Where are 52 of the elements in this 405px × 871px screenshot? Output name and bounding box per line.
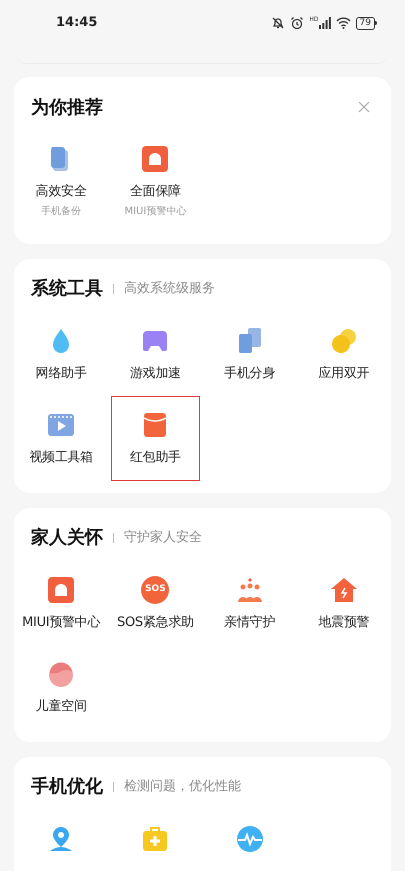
tool-label: 视频工具箱 xyxy=(29,449,93,467)
pulse-icon xyxy=(236,824,264,852)
tool-label: 网络助手 xyxy=(36,364,87,382)
family-icon xyxy=(236,576,264,604)
section-title: 为你推荐 xyxy=(31,96,103,120)
first-aid-icon xyxy=(141,824,170,852)
tool-label: 红包助手 xyxy=(130,449,181,467)
tool-item[interactable]: 应用双开 xyxy=(300,312,388,396)
tool-label: 高效安全 xyxy=(36,183,87,201)
tool-item[interactable]: 地震预警 xyxy=(300,560,388,645)
tool-item[interactable]: 手机分身 xyxy=(206,312,294,396)
tool-label: 地震预警 xyxy=(318,614,370,632)
battery-indicator: 79 xyxy=(356,16,375,30)
tool-label: 亲情守护 xyxy=(224,614,276,632)
tool-label: 儿童空间 xyxy=(36,698,87,716)
tool-sublabel: 手机备份 xyxy=(41,204,82,218)
section-title: 系统工具 xyxy=(31,277,103,301)
wifi-icon xyxy=(336,17,351,29)
sos-icon: SOS xyxy=(141,576,170,604)
tool-label: MIUI预警中心 xyxy=(22,614,100,632)
tool-sublabel: MIUI预警中心 xyxy=(124,204,186,218)
tool-item[interactable]: MIUI预警中心 xyxy=(17,560,106,645)
video-icon xyxy=(47,411,76,439)
tool-label: SOS紧急求助 xyxy=(117,614,194,632)
siren-icon xyxy=(47,576,76,604)
alarm-icon xyxy=(290,16,304,30)
tool-label: 应用双开 xyxy=(318,364,370,382)
section-title: 手机优化 xyxy=(31,775,103,799)
tool-item[interactable]: 视频工具箱 xyxy=(17,396,106,480)
section-subtitle: 检测问题，优化性能 xyxy=(124,778,241,796)
tool-item[interactable]: 红包助手 xyxy=(111,396,200,480)
section-subtitle: 高效系统级服务 xyxy=(124,280,215,298)
tool-item[interactable]: 高效安全 手机备份 xyxy=(17,130,106,232)
close-icon[interactable] xyxy=(358,101,370,113)
status-time: 14:45 xyxy=(56,14,98,32)
tool-item[interactable]: 游戏加速 xyxy=(111,312,200,396)
signal-icon xyxy=(318,17,331,29)
bell-off-icon xyxy=(271,16,286,30)
tool-item[interactable]: 全面保障 MIUI预警中心 xyxy=(111,130,200,232)
tool-label: 全面保障 xyxy=(130,183,181,201)
tool-item[interactable]: 亲情守护 xyxy=(206,560,294,645)
tool-label: 手机分身 xyxy=(224,364,276,382)
section-subtitle: 守护家人安全 xyxy=(124,528,202,547)
child-icon xyxy=(47,660,76,688)
section-title: 家人关怀 xyxy=(31,526,103,550)
house-icon xyxy=(330,576,358,604)
circles-icon xyxy=(330,326,358,354)
tool-item[interactable]: 网络助手 xyxy=(17,312,106,396)
tool-label: 游戏加速 xyxy=(130,364,181,382)
tool-item[interactable]: 儿童空间 xyxy=(17,645,106,730)
tool-item[interactable]: SOS SOS紧急求助 xyxy=(111,560,200,645)
siren-icon xyxy=(141,145,170,173)
